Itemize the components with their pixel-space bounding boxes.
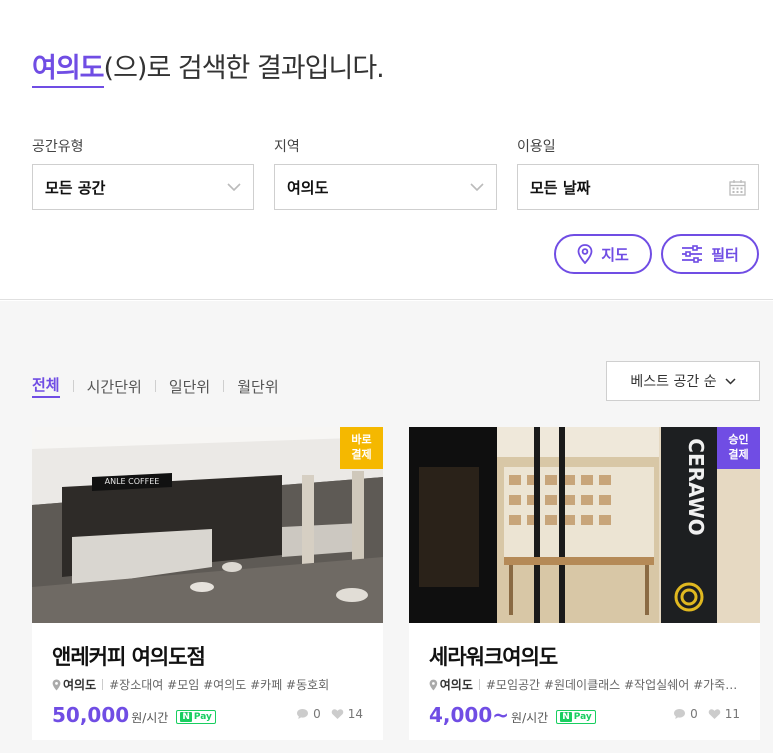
comment-count: 0 [690,707,698,721]
space-type-value: 모든 공간 [45,178,106,197]
chevron-down-icon [725,377,736,385]
region-value: 여의도 [287,178,329,197]
space-photo: ANLE COFFEE [32,427,383,623]
store-sign-text: CERAWO [684,438,708,535]
instant-pay-badge: 바로 결제 [340,427,383,469]
space-tags: #모임공간 #원데이클래스 #작업실쉐어 #가죽공... [485,678,741,692]
space-tags: #장소대여 #모임 #여의도 #카페 #동호회 [109,678,330,692]
space-stats: 0 11 [673,707,740,721]
comment-count: 0 [313,707,321,721]
space-location: 여의도 [439,678,473,692]
filter-button[interactable]: 필터 [661,234,759,274]
price-amount: 4,000~ [429,703,510,727]
heart-icon[interactable] [708,708,721,720]
space-type-label: 공간유형 [32,139,84,155]
comment-icon [297,709,309,719]
naver-pay-badge: N Pay [176,710,216,724]
tab-monthly[interactable]: 월단위 [237,376,278,397]
space-meta: 여의도 #모임공간 #원데이클래스 #작업실쉐어 #가죽공... [429,676,741,693]
space-card[interactable]: CERAWO 승인 결제 세라워크여의도 여의도 #모임공간 #원데이클래스 #… [409,427,760,740]
badge-line1: 승인 [728,433,749,446]
search-header-section: 여의도(으)로 검색한 결과입니다. 공간유형 모든 공간 지역 여의도 이용일… [0,0,773,300]
price-unit: 원/시간 [131,711,169,725]
space-sign-text: ANLE COFFEE [105,477,160,486]
like-count: 11 [724,707,740,721]
calendar-icon [729,179,746,196]
naver-pay-badge: N Pay [556,710,596,724]
space-card[interactable]: ANLE COFFEE 바로 결제 앤레커피 여의도점 여의도 #장소대여 #모… [32,427,383,740]
heart-icon[interactable] [331,708,344,720]
chevron-down-icon [470,183,484,191]
price-amount: 50,000 [52,703,130,727]
tab-divider [72,380,74,392]
tab-divider [154,380,156,392]
sort-dropdown[interactable]: 베스트 공간 순 [606,361,760,401]
badge-line2: 결제 [351,448,372,461]
approval-pay-badge: 승인 결제 [717,427,760,469]
meta-divider [102,679,104,690]
space-title[interactable]: 앤레커피 여의도점 [52,641,206,671]
booking-unit-tabs: 전체 시간단위 일단위 월단위 [32,374,279,398]
badge-line2: 결제 [728,448,749,461]
sliders-icon [682,245,703,263]
region-label: 지역 [274,139,300,155]
space-location: 여의도 [63,678,97,692]
space-type-select[interactable]: 모든 공간 [32,164,254,210]
tab-divider [223,380,225,392]
price-unit: 원/시간 [511,711,549,725]
comment-icon [674,709,686,719]
search-keyword[interactable]: 여의도 [32,53,105,88]
map-button[interactable]: 지도 [554,234,652,274]
tab-all[interactable]: 전체 [32,374,60,398]
space-meta: 여의도 #장소대여 #모임 #여의도 #카페 #동호회 [52,676,364,693]
naver-pay-text: Pay [573,712,592,722]
map-button-label: 지도 [601,245,629,264]
space-price: 50,000 원/시간 N Pay [52,703,216,727]
space-title[interactable]: 세라워크여의도 [429,641,558,671]
date-label: 이용일 [517,139,556,155]
like-count: 14 [347,707,363,721]
filter-button-label: 필터 [711,245,739,264]
search-result-suffix: (으)로 검색한 결과입니다. [103,53,385,84]
location-pin-icon [429,679,438,690]
naver-pay-n: N [560,712,572,722]
badge-line1: 바로 [351,433,372,446]
naver-pay-n: N [180,712,192,722]
date-value: 모든 날짜 [530,178,591,197]
date-picker[interactable]: 모든 날짜 [517,164,759,210]
space-photo: CERAWO [409,427,760,623]
tab-daily[interactable]: 일단위 [169,376,210,397]
region-select[interactable]: 여의도 [274,164,497,210]
space-price: 4,000~ 원/시간 N Pay [429,703,596,727]
sort-label: 베스트 공간 순 [630,374,717,390]
search-result-heading: 여의도(으)로 검색한 결과입니다. [32,46,385,88]
chevron-down-icon [227,183,241,191]
tab-hourly[interactable]: 시간단위 [87,376,142,397]
naver-pay-text: Pay [193,712,212,722]
meta-divider [478,679,480,690]
space-stats: 0 14 [296,707,363,721]
map-pin-icon [577,244,593,264]
location-pin-icon [52,679,61,690]
